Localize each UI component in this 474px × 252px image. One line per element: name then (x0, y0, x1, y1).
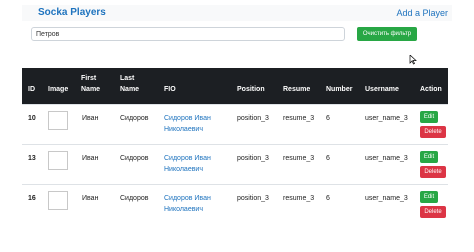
cell-username: user_name_3 (365, 155, 408, 162)
table-row: 10 Иван Сидоров Сидоров Иван Николаевич p… (22, 104, 448, 144)
cell-last-name: Сидоров (120, 155, 149, 162)
cell-username: user_name_3 (365, 115, 408, 122)
header-first-name: First Name (81, 75, 101, 93)
cell-id: 16 (28, 195, 36, 202)
edit-button[interactable]: Edit (420, 151, 438, 163)
delete-button[interactable]: Delete (420, 126, 446, 138)
players-table: ID Image First Name Last Name FIO Position… (22, 68, 448, 224)
edit-button[interactable]: Edit (420, 191, 438, 203)
brand-title[interactable]: Socka Players (38, 5, 106, 21)
cell-position: position_3 (237, 115, 269, 122)
add-player-link[interactable]: Add a Player (396, 5, 448, 21)
cell-fio-link[interactable]: Сидоров Иван Николаевич (164, 153, 211, 175)
cell-number: 6 (326, 195, 330, 202)
player-image (48, 111, 68, 130)
cell-position: position_3 (237, 195, 269, 202)
delete-button[interactable]: Delete (420, 206, 446, 218)
edit-button[interactable]: Edit (420, 111, 438, 123)
header-action: Action (420, 86, 442, 93)
cell-last-name: Сидоров (120, 115, 149, 122)
cell-username: user_name_3 (365, 195, 408, 202)
table-row: 13 Иван Сидоров Сидоров Иван Николаевич p… (22, 144, 448, 184)
cell-number: 6 (326, 115, 330, 122)
cell-resume: resume_3 (283, 115, 315, 122)
header-fio: FIO (164, 86, 176, 93)
player-image (48, 191, 68, 210)
filter-input[interactable] (31, 27, 345, 41)
cell-fio-link[interactable]: Сидоров Иван Николаевич (164, 113, 211, 135)
cell-position: position_3 (237, 155, 269, 162)
table-header: ID Image First Name Last Name FIO Position… (22, 68, 448, 104)
cell-first-name: Иван (82, 195, 99, 202)
cell-first-name: Иван (82, 115, 99, 122)
header-number: Number (326, 86, 353, 93)
table-row: 16 Иван Сидоров Сидоров Иван Николаевич p… (22, 184, 448, 224)
cell-resume: resume_3 (283, 195, 315, 202)
cell-id: 13 (28, 155, 36, 162)
clear-filter-button[interactable]: Очистить фильтр (357, 27, 417, 41)
cell-last-name: Сидоров (120, 195, 149, 202)
header-resume: Resume (283, 86, 311, 93)
cell-fio-link[interactable]: Сидоров Иван Николаевич (164, 193, 211, 215)
cell-number: 6 (326, 155, 330, 162)
header-last-name: Last Name (120, 75, 140, 93)
cell-resume: resume_3 (283, 155, 315, 162)
header-image: Image (48, 86, 69, 93)
navbar: Socka Players Add a Player (22, 5, 452, 21)
mouse-pointer-icon (409, 55, 417, 65)
header-id: ID (28, 86, 35, 93)
cell-first-name: Иван (82, 155, 99, 162)
delete-button[interactable]: Delete (420, 166, 446, 178)
player-image (48, 151, 68, 170)
header-position: Position (237, 86, 265, 93)
cell-id: 10 (28, 115, 36, 122)
header-username: Username (365, 86, 399, 93)
